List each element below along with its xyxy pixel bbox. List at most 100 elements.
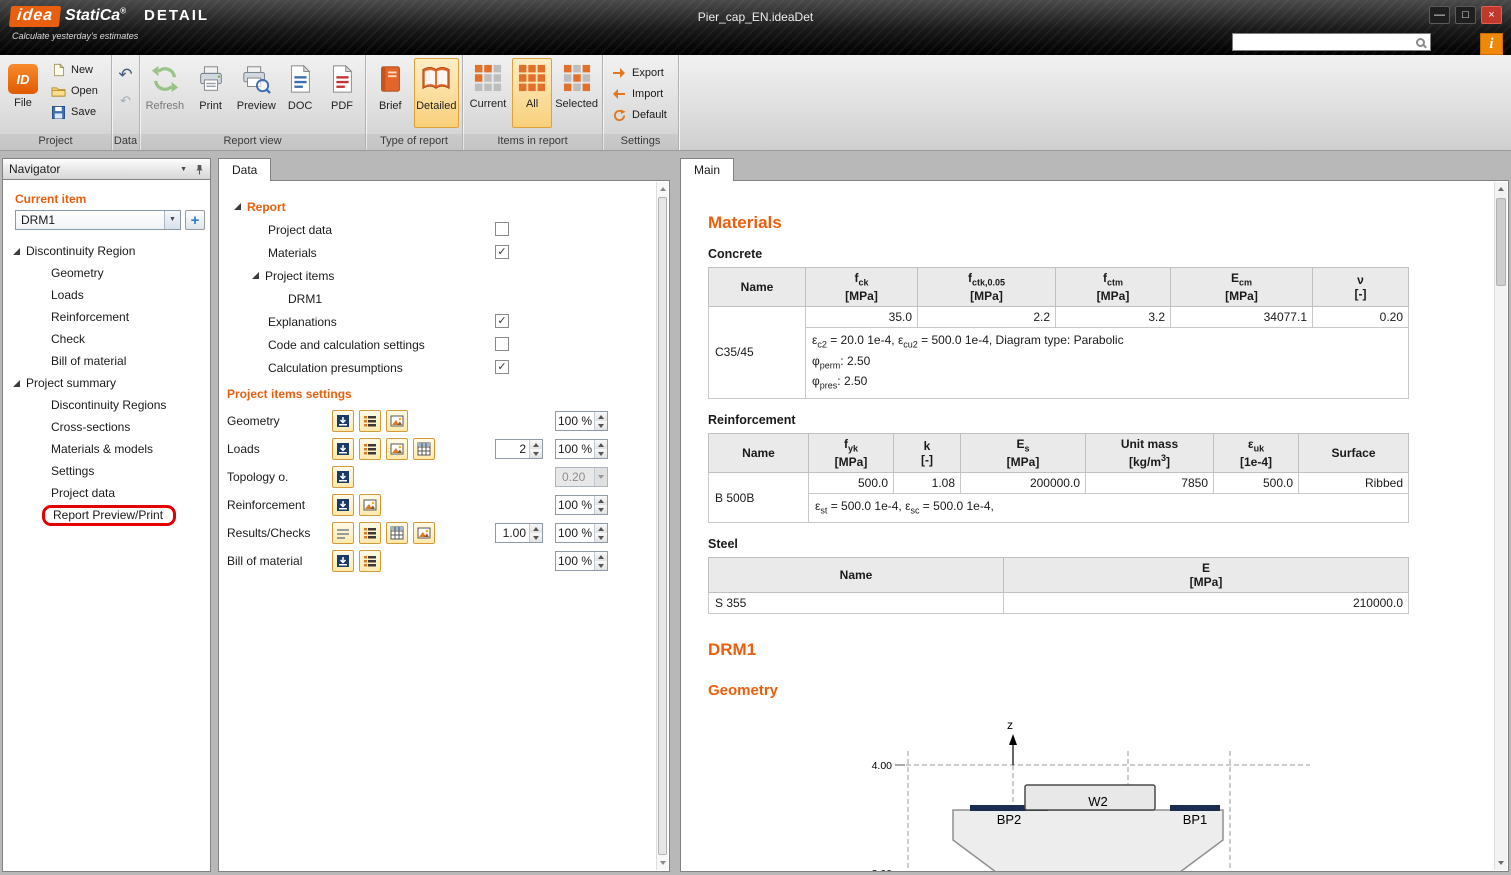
spinner-down-button[interactable] — [530, 533, 542, 542]
table-list-button[interactable] — [359, 522, 381, 544]
tree-item-code-settings[interactable]: Code and calculation settings — [219, 333, 669, 356]
grid-table-button[interactable] — [413, 438, 435, 460]
spinner-down-button[interactable] — [595, 561, 607, 570]
spinner-down-button[interactable] — [530, 449, 542, 458]
tree-item-calc-presumptions[interactable]: Calculation presumptions✓ — [219, 356, 669, 379]
spinner-up-button[interactable] — [595, 412, 607, 421]
insert-image-button[interactable] — [332, 410, 354, 432]
spinner-up-button[interactable] — [530, 524, 542, 533]
file-button[interactable]: ID File — [3, 58, 43, 128]
calc-presumptions-checkbox[interactable]: ✓ — [495, 360, 509, 374]
refresh-button[interactable]: Refresh — [143, 58, 187, 128]
current-items-button[interactable]: Current — [466, 58, 510, 128]
insert-image-button[interactable] — [332, 438, 354, 460]
nav-item-discontinuity-regions[interactable]: Discontinuity Regions — [3, 394, 210, 416]
spinner-up-button[interactable] — [595, 524, 607, 533]
expander-icon[interactable] — [13, 380, 20, 387]
current-item-select[interactable]: DRM1 ▼ — [15, 210, 181, 230]
spinner-up-button[interactable] — [595, 552, 607, 561]
scroll-down-arrow[interactable] — [657, 856, 668, 870]
tab-main[interactable]: Main — [680, 158, 734, 181]
tree-item-explanations[interactable]: Explanations✓ — [219, 310, 669, 333]
brief-report-button[interactable]: Brief — [369, 58, 412, 128]
table-list-button[interactable] — [359, 550, 381, 572]
spinner-value[interactable]: 100 % — [556, 552, 594, 570]
tree-item-materials[interactable]: Materials✓ — [219, 241, 669, 264]
main-scrollbar[interactable] — [1494, 182, 1507, 870]
tree-item-report[interactable]: Report — [219, 195, 669, 218]
grid-table-button[interactable] — [386, 522, 408, 544]
table-list-button[interactable] — [359, 438, 381, 460]
scroll-up-arrow[interactable] — [657, 182, 668, 196]
project-data-checkbox[interactable] — [495, 222, 509, 236]
minimize-button[interactable]: — — [1429, 6, 1450, 24]
nav-item-cross-sections[interactable]: Cross-sections — [3, 416, 210, 438]
tree-item-project-data[interactable]: Project data — [219, 218, 669, 241]
expander-icon[interactable] — [234, 203, 241, 210]
nav-item-geometry[interactable]: Geometry — [3, 262, 210, 284]
preview-button[interactable]: Preview — [234, 58, 278, 128]
table-list-button[interactable] — [359, 410, 381, 432]
spinner-value[interactable]: 100 % — [556, 440, 594, 458]
detailed-report-button[interactable]: Detailed — [414, 58, 459, 128]
insert-image-button[interactable] — [332, 466, 354, 488]
undo-history-button[interactable]: ↶ — [114, 88, 138, 112]
spinner-value[interactable]: 1.00 — [496, 524, 529, 542]
scroll-down-arrow[interactable] — [1495, 856, 1507, 870]
nav-item-reinforcement[interactable]: Reinforcement — [3, 306, 210, 328]
add-item-button[interactable]: + — [185, 210, 205, 230]
nav-item-report-preview-print[interactable]: Report Preview/Print — [3, 504, 210, 526]
scrollbar-thumb[interactable] — [1496, 198, 1506, 286]
nav-item-project-data[interactable]: Project data — [3, 482, 210, 504]
lines-button[interactable] — [332, 522, 354, 544]
selected-items-button[interactable]: Selected — [554, 58, 599, 128]
code-settings-checkbox[interactable] — [495, 337, 509, 351]
new-button[interactable]: New — [45, 61, 103, 79]
undo-button[interactable]: ↶ — [114, 62, 138, 86]
spinner-up-button[interactable] — [530, 440, 542, 449]
open-button[interactable]: Open — [45, 82, 103, 100]
nav-item-loads[interactable]: Loads — [3, 284, 210, 306]
all-items-button[interactable]: All — [512, 58, 552, 128]
spinner-value[interactable]: 100 % — [556, 412, 594, 430]
close-button[interactable]: × — [1481, 6, 1502, 24]
picture-button[interactable] — [413, 522, 435, 544]
nav-item-discontinuity-region[interactable]: Discontinuity Region — [3, 240, 210, 262]
search-icon[interactable] — [1416, 38, 1425, 47]
nav-item-bill-of-material[interactable]: Bill of material — [3, 350, 210, 372]
spinner-up-button[interactable] — [595, 496, 607, 505]
chevron-down-icon[interactable]: ▼ — [180, 166, 187, 173]
picture-button[interactable] — [386, 438, 408, 460]
doc-export-button[interactable]: DOC — [280, 58, 320, 128]
default-settings-button[interactable]: Default — [606, 106, 672, 124]
expander-icon[interactable] — [13, 248, 20, 255]
spinner-down-button[interactable] — [595, 421, 607, 430]
spinner-up-button[interactable] — [595, 440, 607, 449]
nav-item-project-summary[interactable]: Project summary — [3, 372, 210, 394]
picture-button[interactable] — [359, 494, 381, 516]
info-button[interactable]: i — [1480, 33, 1503, 55]
save-button[interactable]: Save — [45, 103, 103, 121]
pdf-export-button[interactable]: PDF — [322, 58, 362, 128]
scrollbar-thumb[interactable] — [658, 197, 667, 855]
tree-item-project-items[interactable]: Project items — [219, 264, 669, 287]
insert-image-button[interactable] — [332, 494, 354, 516]
picture-button[interactable] — [386, 410, 408, 432]
spinner-value[interactable]: 100 % — [556, 524, 594, 542]
tree-item-drm1[interactable]: DRM1 — [219, 287, 669, 310]
insert-image-button[interactable] — [332, 550, 354, 572]
data-scrollbar[interactable] — [656, 182, 668, 870]
scroll-up-arrow[interactable] — [1495, 182, 1507, 196]
explanations-checkbox[interactable]: ✓ — [495, 314, 509, 328]
spinner-value[interactable]: 100 % — [556, 496, 594, 514]
import-settings-button[interactable]: Import — [606, 85, 672, 103]
spinner-down-button[interactable] — [595, 449, 607, 458]
spinner-down-button[interactable] — [595, 533, 607, 542]
materials-checkbox[interactable]: ✓ — [495, 245, 509, 259]
nav-item-settings[interactable]: Settings — [3, 460, 210, 482]
spinner-down-button[interactable] — [595, 505, 607, 514]
expander-icon[interactable] — [252, 272, 259, 279]
export-settings-button[interactable]: Export — [606, 64, 672, 82]
pin-icon[interactable] — [195, 164, 204, 175]
search-input[interactable] — [1233, 35, 1416, 49]
